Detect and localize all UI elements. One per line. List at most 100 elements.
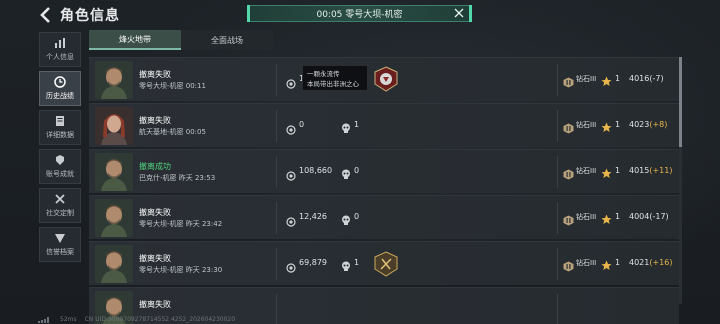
compass-badge-icon[interactable] (374, 251, 398, 277)
value-earned: 108,660 (299, 166, 333, 175)
star-icon (601, 118, 612, 132)
rank-text: 钻石III (576, 213, 597, 221)
score-value: 4015 (629, 166, 650, 175)
avatar (95, 199, 133, 237)
match-result: 撤离失败 (139, 208, 171, 217)
star-count: 1 (615, 74, 621, 83)
rank-icon (563, 257, 574, 272)
match-row[interactable]: 撤离成功 巴克什-机密 昨天 23:53 108,660 0 钻石III 1 4015(+1… (89, 149, 679, 193)
divider (557, 110, 558, 142)
value-earned: 0 (299, 120, 305, 129)
footer: 52ms CN UID:9099709278714552 4252_202604… (38, 316, 235, 323)
score-delta: (+16) (649, 258, 673, 267)
nav-label: 详细数据 (46, 131, 74, 139)
score-value: 4023 (629, 120, 650, 129)
page-title: 角色信息 (60, 8, 120, 24)
match-result: 撤离失败 (139, 254, 171, 263)
divider (276, 248, 277, 280)
medal-icon (56, 155, 64, 165)
tooltip-line: 一颗永流传 (307, 70, 340, 78)
rank-score: 4015(+11) (629, 166, 672, 175)
coin-icon (286, 120, 296, 135)
star-count: 1 (615, 258, 621, 267)
tooltip-line: 本局带出非洲之心 (307, 80, 359, 88)
ping-text: 52ms (60, 316, 77, 323)
nav-label: 账号成就 (46, 170, 74, 178)
coin-icon (286, 74, 296, 89)
rank-text: 钻石III (576, 75, 597, 83)
nav-label: 历史战绩 (46, 92, 74, 100)
match-result: 撤离成功 (139, 162, 171, 171)
skull-icon (341, 257, 351, 271)
avatar (95, 245, 133, 283)
star-icon (601, 256, 612, 270)
value-earned: 12,426 (299, 212, 327, 221)
match-row[interactable]: 撤离失败 航天基地-机密 00:05 0 1 钻石III 1 4023(+8) (89, 103, 679, 147)
score-delta: (+8) (649, 120, 668, 129)
close-icon[interactable] (453, 7, 465, 19)
banner-edge-right (469, 5, 472, 22)
skull-icon (341, 119, 351, 133)
divider (276, 202, 277, 234)
match-result: 撤离失败 (139, 300, 171, 309)
divider (276, 110, 277, 142)
shield-icon (55, 234, 65, 243)
avatar (95, 61, 133, 99)
rank-text: 钻石III (576, 259, 597, 267)
avatar (95, 107, 133, 145)
star-icon (601, 72, 612, 86)
divider (276, 294, 277, 324)
rank-score: 4021(+16) (629, 258, 672, 267)
kill-count: 0 (354, 212, 360, 221)
rank-text: 钻石III (576, 167, 597, 175)
signal-icon (38, 316, 49, 323)
mode-tabs: 烽火地带 全面战场 (89, 30, 273, 50)
score-delta: (-7) (649, 74, 664, 83)
score-value: 4021 (629, 258, 650, 267)
rank-score: 4023(+8) (629, 120, 667, 129)
rank-icon (563, 73, 574, 88)
nav-item-social-custom[interactable]: 社交定制 (39, 188, 81, 223)
item-tooltip: 一颗永流传 本局带出非洲之心 (302, 65, 368, 91)
tab-full-battlefield[interactable]: 全面战场 (181, 30, 273, 50)
back-arrow-icon[interactable] (38, 6, 54, 24)
kill-count: 1 (354, 120, 360, 129)
star-icon (601, 164, 612, 178)
match-map-time: 零号大坝-机密 昨天 23:42 (139, 220, 223, 228)
nav-label: 社交定制 (46, 209, 74, 217)
nav-item-match-history[interactable]: 历史战绩 (39, 71, 81, 106)
coin-icon (286, 166, 296, 181)
divider (557, 156, 558, 188)
coin-icon (286, 258, 296, 273)
match-map-time: 零号大坝-机密 昨天 23:30 (139, 266, 223, 274)
current-match-banner[interactable]: 00:05 零号大坝-机密 (247, 5, 472, 22)
value-earned: 69,879 (299, 258, 327, 267)
star-count: 1 (615, 120, 621, 129)
nav-item-credit-record[interactable]: 信誉档案 (39, 227, 81, 262)
score-value: 4004 (629, 212, 650, 221)
nav-label: 信誉档案 (46, 248, 74, 256)
tab-firezone[interactable]: 烽火地带 (89, 30, 181, 50)
match-map-time: 零号大坝-机密 00:11 (139, 82, 206, 90)
nav-item-achievements[interactable]: 账号成就 (39, 149, 81, 184)
nav-item-detailed-data[interactable]: 详细数据 (39, 110, 81, 145)
divider (557, 64, 558, 96)
nav-item-personal-info[interactable]: 个人信息 (39, 32, 81, 67)
skull-icon (341, 165, 351, 179)
scrollbar-thumb[interactable] (679, 57, 682, 147)
match-map-time: 巴克什-机密 昨天 23:53 (139, 174, 216, 182)
heart-of-africa-badge-icon[interactable] (374, 66, 398, 92)
bar-chart-icon (55, 38, 65, 48)
star-count: 1 (615, 212, 621, 221)
match-row[interactable]: 撤离失败零号大坝-机密 昨天 23:42 12,426 0 钻石III 1 4004(-1… (89, 195, 679, 239)
current-match-text: 00:05 零号大坝-机密 (316, 10, 403, 20)
skull-icon (341, 211, 351, 225)
kill-count: 0 (354, 166, 360, 175)
avatar (95, 153, 133, 191)
rank-text: 钻石III (576, 121, 597, 129)
nav-label: 个人信息 (46, 53, 74, 61)
banner-edge-left (247, 5, 250, 22)
score-delta: (-17) (649, 212, 669, 221)
rank-icon (563, 119, 574, 134)
match-history-list: 撤离失败零号大坝-机密 00:111钻石III14016(-7)撤离失败航天基地… (89, 57, 679, 324)
